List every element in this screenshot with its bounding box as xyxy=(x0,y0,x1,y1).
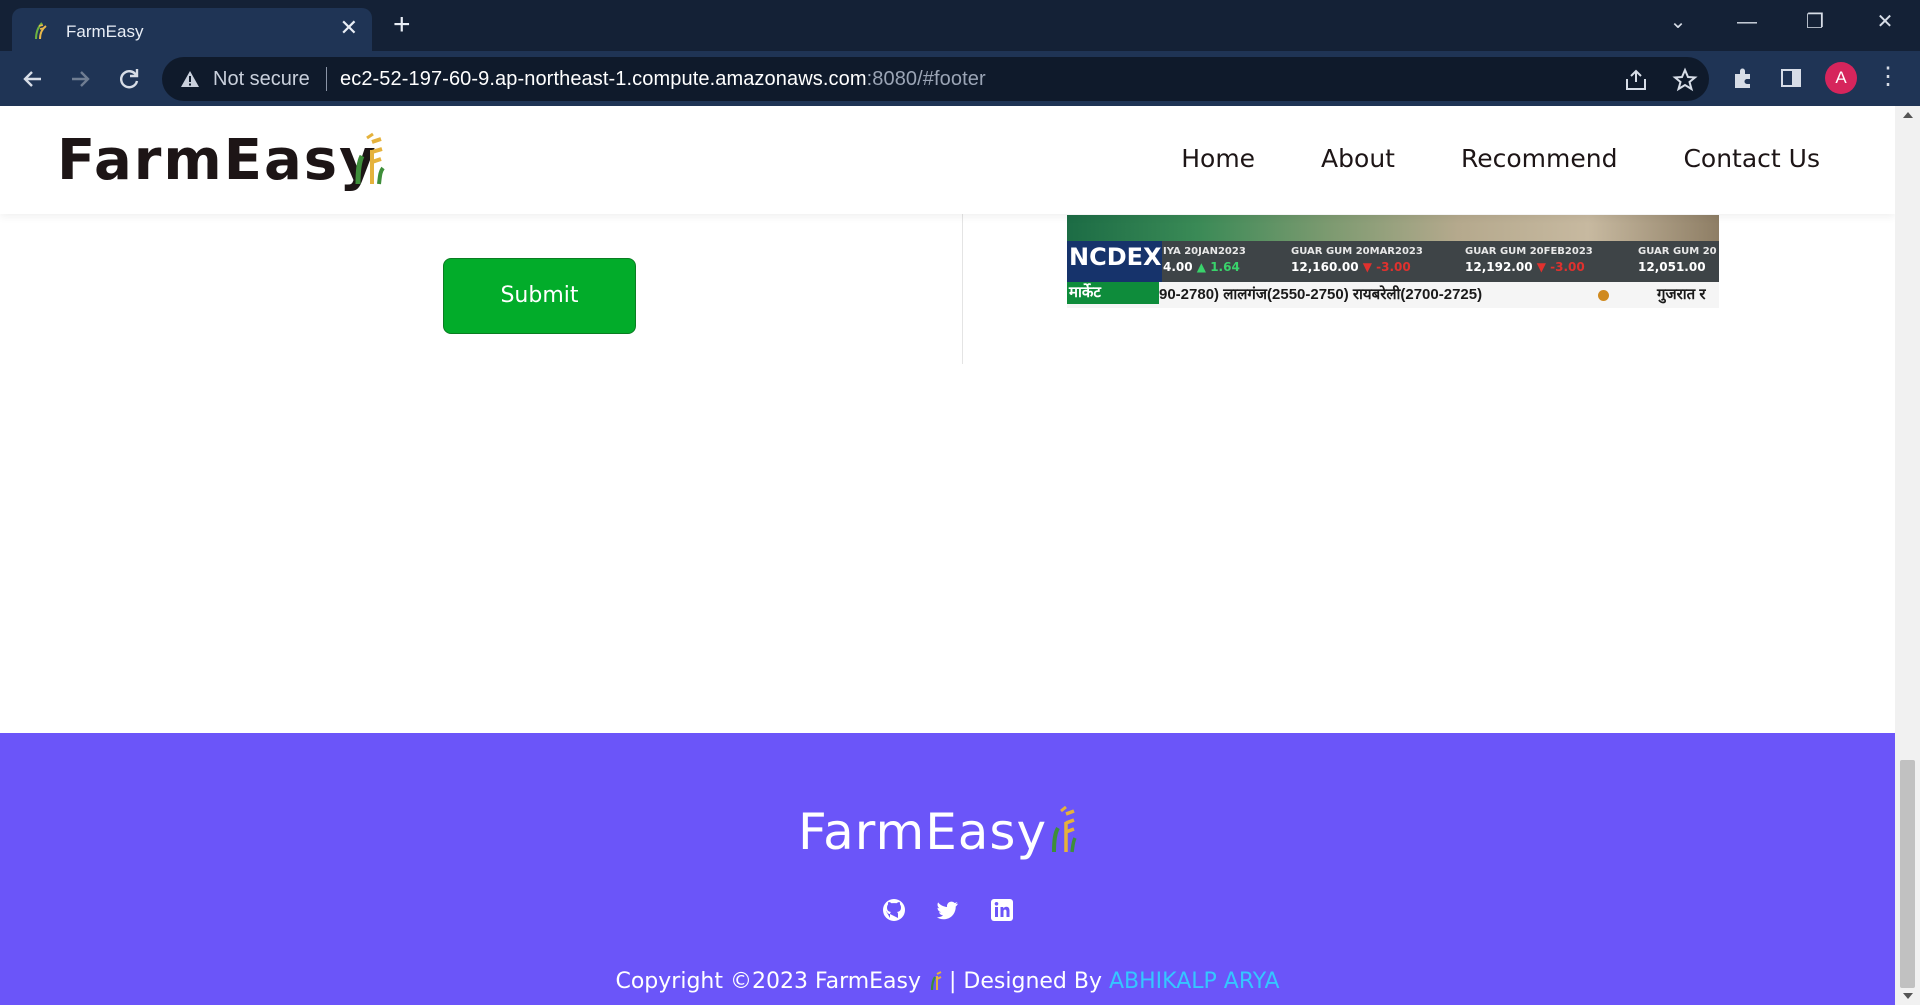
ticker-change: ▼ -3.00 xyxy=(1536,260,1585,274)
ticker-photo-strip xyxy=(1067,215,1719,241)
ticker-label: IYA 20JAN2023 xyxy=(1163,246,1246,257)
browser-toolbar: Not secure ec2-52-197-60-9.ap-northeast-… xyxy=(0,51,1920,106)
url-host: ec2-52-197-60-9.ap-northeast-1.compute.a… xyxy=(340,68,867,90)
site-footer: FarmEasy Copyright ©2023 FarmEasy | Desi… xyxy=(0,733,1895,1005)
ticker-label: GUAR GUM 20MAR2023 xyxy=(1291,246,1423,257)
ticker-price: 4.00 xyxy=(1163,260,1193,274)
extensions-icon[interactable] xyxy=(1730,65,1756,91)
market-ticker-image: NCDEX India's largest agri commodity exc… xyxy=(1067,215,1719,308)
ticker-price: 12,051.00 xyxy=(1638,260,1706,274)
profile-avatar[interactable]: A xyxy=(1825,62,1857,94)
site-header: FarmEasy Home About Recommend Contact Us xyxy=(0,106,1895,214)
ticker-change: ▲ 1.64 xyxy=(1196,260,1240,274)
ticker-column: GUAR GUM 20FEB2023 12,192.00 ▼ -3.00 xyxy=(1465,245,1593,274)
submit-button[interactable]: Submit xyxy=(443,258,636,334)
wheat-logo-icon xyxy=(1052,806,1077,853)
bookmark-star-icon[interactable] xyxy=(1672,67,1698,93)
ticker-change: ▼ -3.00 xyxy=(1362,260,1411,274)
ticker-label: GUAR GUM 20 xyxy=(1638,246,1717,257)
minimize-button[interactable]: — xyxy=(1727,6,1767,38)
close-window-button[interactable]: ✕ xyxy=(1865,6,1905,38)
linkedin-icon[interactable] xyxy=(989,897,1015,923)
ticker-price-row: 12,051.00 xyxy=(1638,261,1717,274)
designer-link[interactable]: ABHIKALP ARYA xyxy=(1109,969,1280,994)
market-tag: मार्केट xyxy=(1067,282,1159,304)
ticker-column: GUAR GUM 20 12,051.00 xyxy=(1638,245,1717,274)
copyright-prefix: Copyright ©2023 FarmEasy xyxy=(615,969,922,994)
url-path: :8080/#footer xyxy=(866,68,986,90)
ncdex-title: NCDEX xyxy=(1069,243,1162,271)
reload-icon[interactable] xyxy=(113,63,145,95)
nav-recommend[interactable]: Recommend xyxy=(1461,144,1617,173)
warning-icon[interactable] xyxy=(180,69,200,89)
copyright-line: Copyright ©2023 FarmEasy | Designed By A… xyxy=(0,969,1895,994)
page-scrollbar[interactable] xyxy=(1895,106,1920,1005)
ticker-scroll-tail: गुजरात र xyxy=(1657,286,1706,303)
nav-about[interactable]: About xyxy=(1321,144,1395,173)
ticker-column: GUAR GUM 20MAR2023 12,160.00 ▼ -3.00 xyxy=(1291,245,1423,274)
twitter-icon[interactable] xyxy=(935,897,961,923)
share-icon[interactable] xyxy=(1623,67,1649,93)
address-separator xyxy=(326,67,327,91)
ticker-scroll-strip: मार्केट 90-2780) लालगंज(2550-2750) रायबर… xyxy=(1067,282,1719,308)
forward-icon[interactable] xyxy=(64,63,96,95)
wheat-favicon-icon xyxy=(35,22,47,40)
ticker-price-row: 4.00 ▲ 1.64 xyxy=(1163,261,1246,274)
page-viewport: FarmEasy Home About Recommend Contact Us… xyxy=(0,106,1895,1005)
site-logo[interactable]: FarmEasy xyxy=(57,128,378,193)
scrollbar-thumb[interactable] xyxy=(1900,760,1915,988)
new-tab-button[interactable]: + xyxy=(393,10,411,40)
restore-button[interactable]: ❐ xyxy=(1795,6,1835,38)
ticker-price: 12,160.00 xyxy=(1291,260,1359,274)
tab-close-icon[interactable]: ✕ xyxy=(340,17,358,39)
ticker-price-row: 12,160.00 ▼ -3.00 xyxy=(1291,261,1423,274)
social-links xyxy=(881,897,1015,923)
security-label[interactable]: Not secure xyxy=(213,68,310,91)
nav-home[interactable]: Home xyxy=(1181,144,1255,173)
tab-title: FarmEasy xyxy=(66,22,144,41)
scroll-up-arrow-icon[interactable] xyxy=(1903,112,1913,118)
side-panel-icon[interactable] xyxy=(1778,65,1804,91)
browser-tab-strip: FarmEasy ✕ + ⌄ — ❐ ✕ xyxy=(0,0,1920,51)
footer-logo: FarmEasy xyxy=(798,803,1048,861)
copyright-mid: | Designed By xyxy=(949,969,1102,994)
scroll-down-arrow-icon[interactable] xyxy=(1903,993,1913,999)
ticker-dot xyxy=(1598,290,1609,301)
main-nav: Home About Recommend Contact Us xyxy=(1115,144,1820,173)
ncdex-label: NCDEX India's largest agri commodity exc… xyxy=(1067,241,1162,291)
back-icon[interactable] xyxy=(17,63,49,95)
github-icon[interactable] xyxy=(881,897,907,923)
browser-tab-farmeasy[interactable]: FarmEasy ✕ xyxy=(12,8,372,51)
wheat-logo-icon xyxy=(355,132,385,185)
ticker-column: IYA 20JAN2023 4.00 ▲ 1.64 xyxy=(1163,245,1246,274)
ticker-price: 12,192.00 xyxy=(1465,260,1533,274)
section-divider xyxy=(962,214,963,364)
address-bar[interactable]: Not secure ec2-52-197-60-9.ap-northeast-… xyxy=(162,57,1709,101)
wheat-mini-icon xyxy=(930,971,942,991)
ticker-price-row: 12,192.00 ▼ -3.00 xyxy=(1465,261,1593,274)
ticker-scroll-text: 90-2780) लालगंज(2550-2750) रायबरेली(2700… xyxy=(1159,286,1483,303)
nav-contact-us[interactable]: Contact Us xyxy=(1683,144,1820,173)
browser-menu-icon[interactable]: ⋮ xyxy=(1876,63,1900,91)
url-text[interactable]: ec2-52-197-60-9.ap-northeast-1.compute.a… xyxy=(340,68,986,91)
ticker-label: GUAR GUM 20FEB2023 xyxy=(1465,246,1593,257)
tab-search-icon[interactable]: ⌄ xyxy=(1658,6,1698,38)
